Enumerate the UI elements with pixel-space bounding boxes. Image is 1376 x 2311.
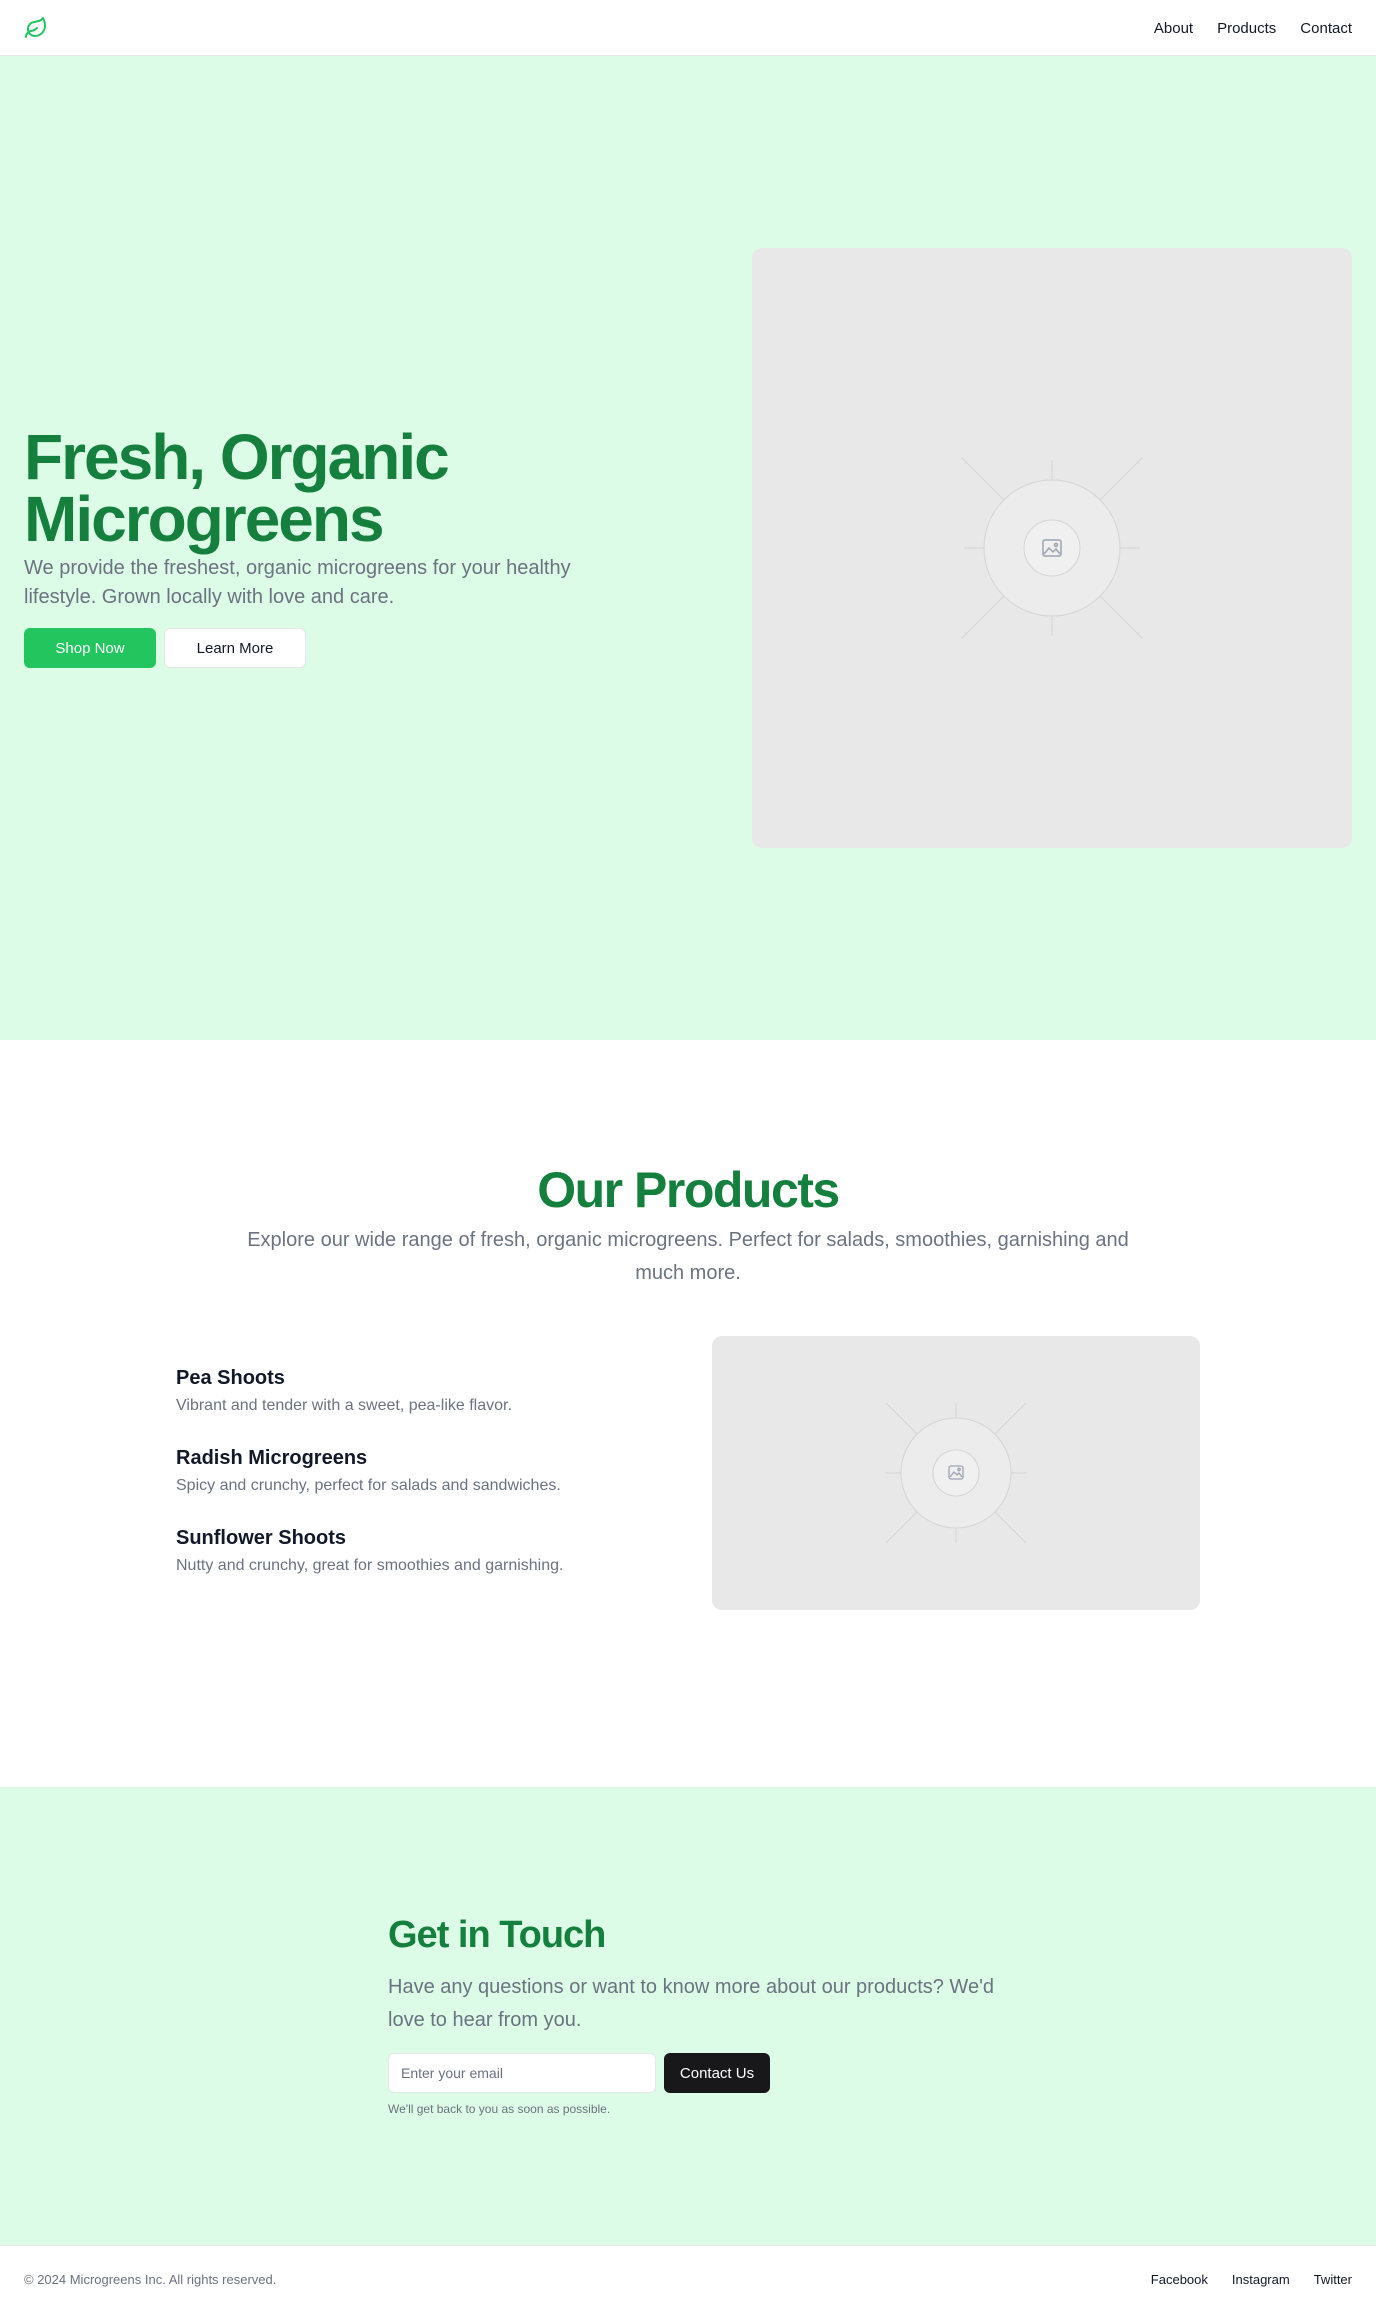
email-input[interactable]: [388, 2053, 656, 2093]
product-name: Pea Shoots: [176, 1367, 285, 1389]
contact-us-button[interactable]: Contact Us: [664, 2053, 770, 2093]
products-title: Our Products: [537, 1162, 840, 1218]
image-placeholder-icon: [885, 1402, 1027, 1544]
footer-link-facebook[interactable]: Facebook: [1151, 2272, 1208, 2287]
hero-section: Fresh, Organic Microgreens We provide th…: [0, 56, 1376, 1040]
product-item: Sunflower Shoots Nutty and crunchy, grea…: [176, 1524, 656, 1578]
product-image-placeholder: [712, 1336, 1200, 1610]
product-name: Sunflower Shoots: [176, 1527, 346, 1549]
products-description: Explore our wide range of fresh, organic…: [247, 1229, 1129, 1284]
footer-link-twitter[interactable]: Twitter: [1314, 2272, 1352, 2287]
products-section: Our Products Explore our wide range of f…: [0, 1040, 1376, 1787]
contact-section: Get in Touch Have any questions or want …: [0, 1787, 1376, 2245]
hero-buttons: Shop Now Learn More: [24, 628, 306, 668]
main-nav: About Products Contact: [1154, 0, 1352, 56]
site-footer: © 2024 Microgreens Inc. All rights reser…: [0, 2245, 1376, 2311]
learn-more-button[interactable]: Learn More: [164, 628, 306, 668]
contact-note: We'll get back to you as soon as possibl…: [388, 2102, 611, 2116]
site-header: About Products Contact: [0, 0, 1376, 56]
product-item: Radish Microgreens Spicy and crunchy, pe…: [176, 1444, 656, 1498]
contact-description: Have any questions or want to know more …: [388, 1976, 995, 2031]
footer-link-instagram[interactable]: Instagram: [1232, 2272, 1290, 2287]
product-item: Pea Shoots Vibrant and tender with a swe…: [176, 1364, 656, 1418]
product-description: Vibrant and tender with a sweet, pea-lik…: [176, 1397, 512, 1414]
product-description: Nutty and crunchy, great for smoothies a…: [176, 1557, 564, 1574]
nav-link-contact[interactable]: Contact: [1300, 20, 1352, 37]
image-placeholder-icon: [961, 457, 1143, 639]
leaf-icon[interactable]: [24, 16, 48, 40]
hero-title: Fresh, Organic Microgreens: [24, 421, 450, 555]
contact-title: Get in Touch: [388, 1914, 606, 1956]
contact-form: Contact Us: [388, 2053, 770, 2093]
nav-link-products[interactable]: Products: [1217, 20, 1276, 37]
hero-image-placeholder: [752, 248, 1352, 848]
nav-link-about[interactable]: About: [1154, 20, 1193, 37]
product-name: Radish Microgreens: [176, 1447, 368, 1469]
hero-description: We provide the freshest, organic microgr…: [24, 557, 571, 608]
footer-links: Facebook Instagram Twitter: [1151, 2246, 1352, 2311]
copyright-text: © 2024 Microgreens Inc. All rights reser…: [24, 2271, 277, 2287]
product-description: Spicy and crunchy, perfect for salads an…: [176, 1477, 561, 1494]
shop-now-button[interactable]: Shop Now: [24, 628, 156, 668]
